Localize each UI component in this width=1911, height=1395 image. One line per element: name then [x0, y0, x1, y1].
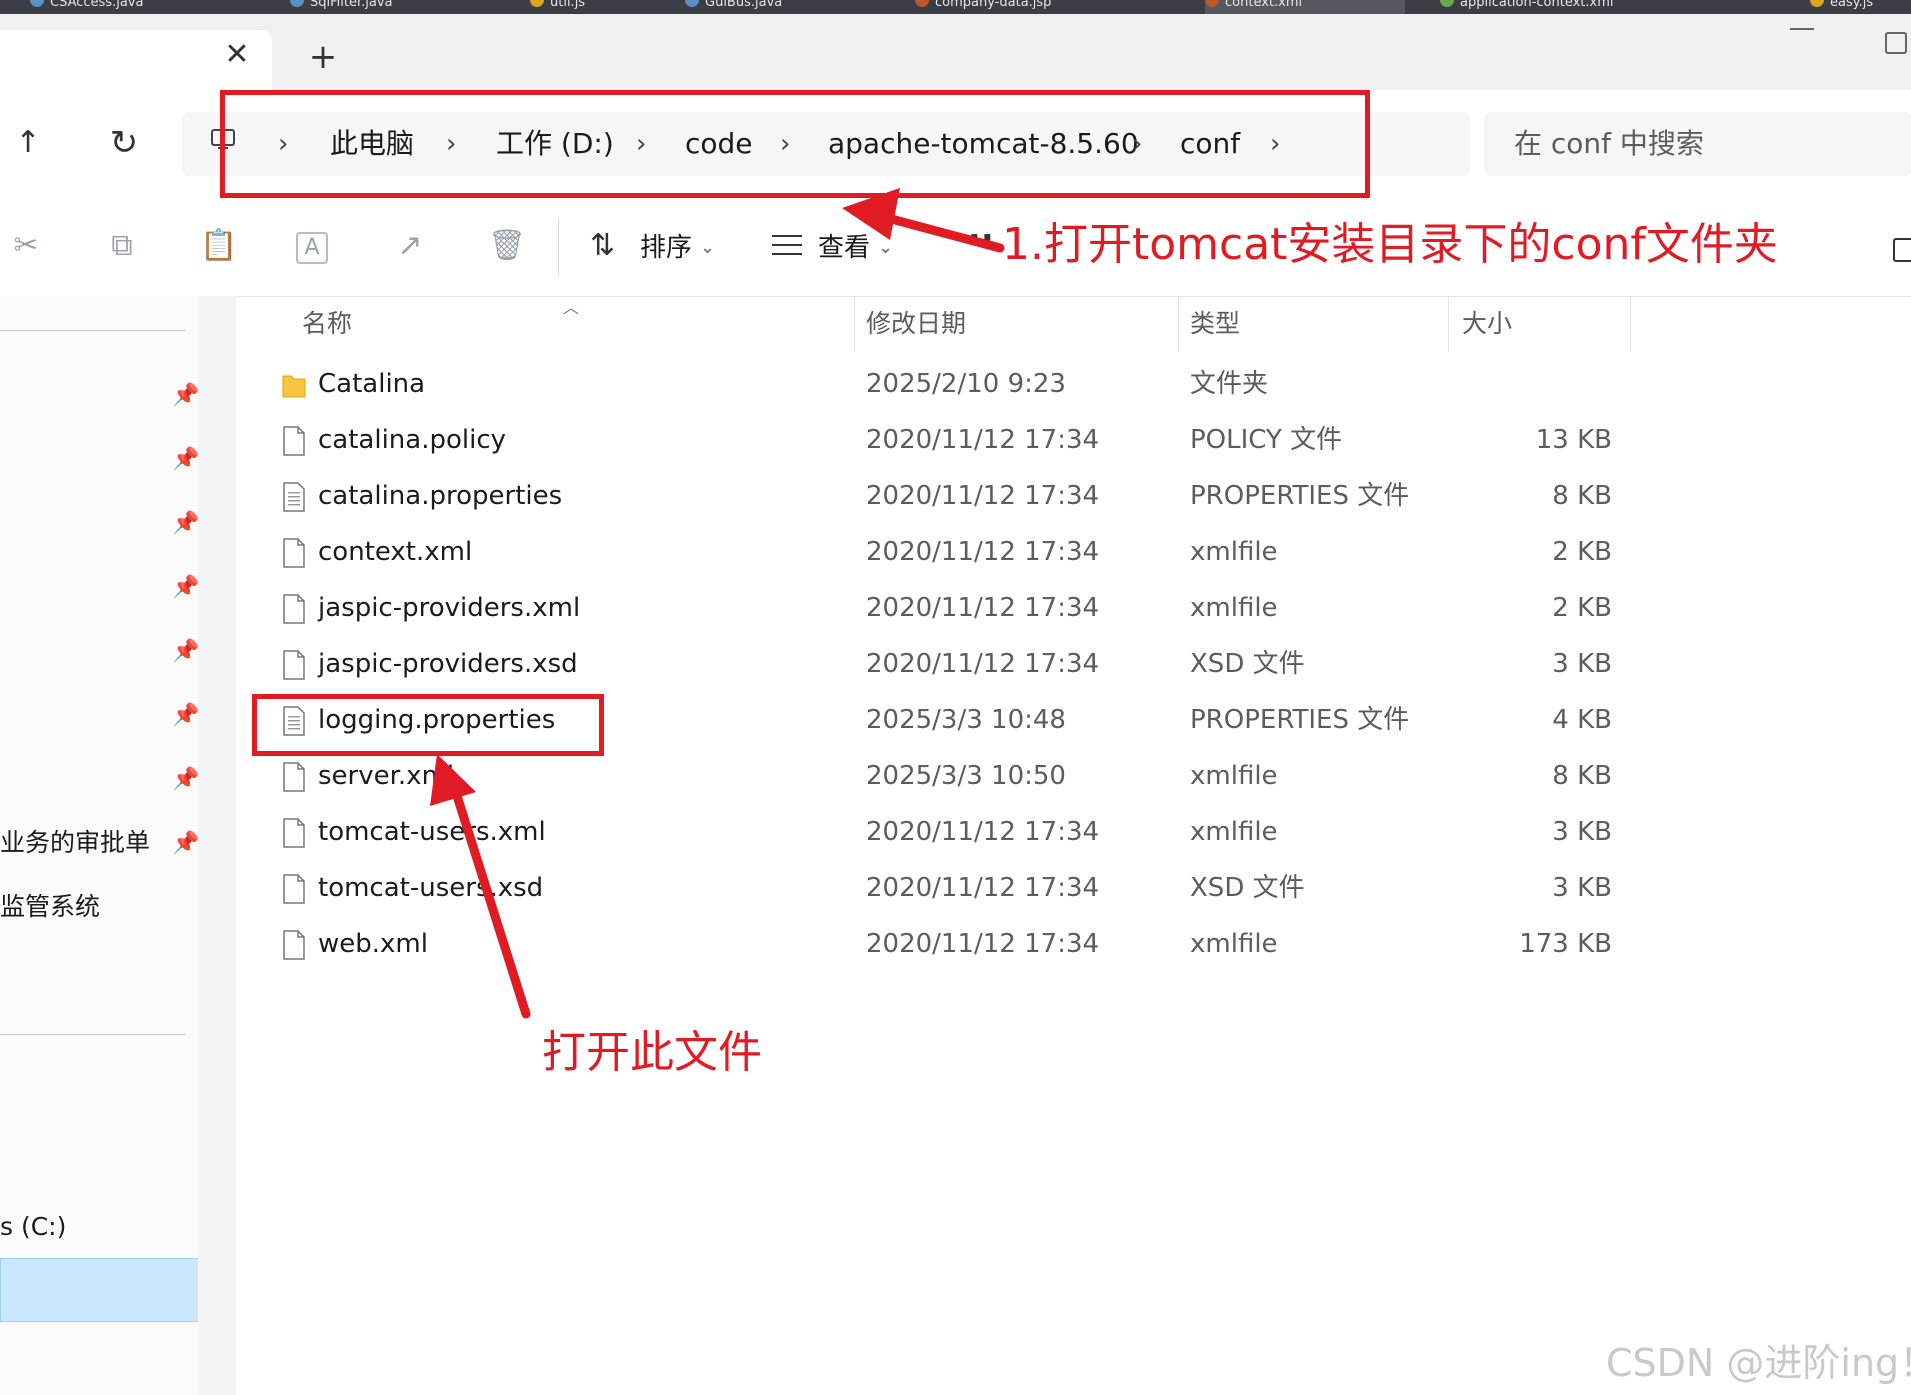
annotation-step2: 打开此文件: [542, 1027, 762, 1078]
annotation-arrows: [430, 188, 1005, 1019]
annotation-step1: 1.打开tomcat安装目录下的conf文件夹: [1002, 219, 1778, 270]
arrow-to-file: [447, 775, 531, 1019]
arrow-head: [842, 188, 900, 240]
watermark: CSDN @进阶ing！: [1606, 1341, 1911, 1385]
arrow-head: [430, 754, 476, 806]
arrow-to-address-bar: [875, 211, 1005, 253]
